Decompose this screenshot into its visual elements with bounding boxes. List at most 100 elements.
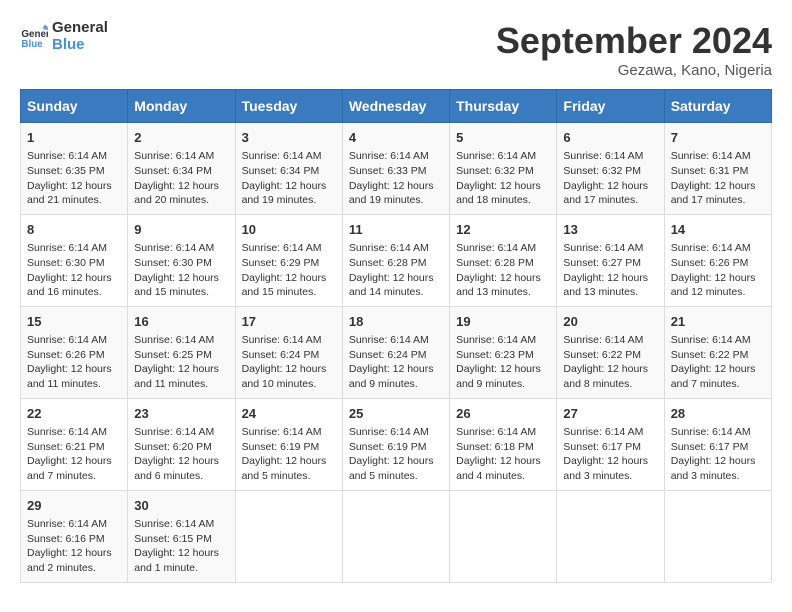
calendar-cell: 27Sunrise: 6:14 AMSunset: 6:17 PMDayligh…	[557, 398, 664, 490]
calendar-cell: 4Sunrise: 6:14 AMSunset: 6:33 PMDaylight…	[342, 123, 449, 215]
daylight-label: Daylight: 12 hours and 21 minutes.	[27, 180, 112, 207]
day-number: 1	[27, 129, 121, 147]
calendar-cell: 28Sunrise: 6:14 AMSunset: 6:17 PMDayligh…	[664, 398, 771, 490]
sunset: Sunset: 6:30 PM	[27, 257, 105, 269]
daylight-label: Daylight: 12 hours and 7 minutes.	[27, 455, 112, 482]
title-block: September 2024 Gezawa, Kano, Nigeria	[496, 20, 772, 79]
sunrise: Sunrise: 6:14 AM	[671, 242, 751, 254]
daylight-label: Daylight: 12 hours and 9 minutes.	[349, 363, 434, 390]
day-number: 29	[27, 497, 121, 515]
day-number: 7	[671, 129, 765, 147]
sunset: Sunset: 6:19 PM	[242, 441, 320, 453]
calendar-cell	[235, 490, 342, 582]
sunset: Sunset: 6:20 PM	[134, 441, 212, 453]
calendar-cell: 14Sunrise: 6:14 AMSunset: 6:26 PMDayligh…	[664, 214, 771, 306]
sunrise: Sunrise: 6:14 AM	[134, 426, 214, 438]
header-wednesday: Wednesday	[342, 90, 449, 123]
calendar-cell: 19Sunrise: 6:14 AMSunset: 6:23 PMDayligh…	[450, 306, 557, 398]
calendar-cell: 25Sunrise: 6:14 AMSunset: 6:19 PMDayligh…	[342, 398, 449, 490]
sunrise: Sunrise: 6:14 AM	[349, 150, 429, 162]
daylight-label: Daylight: 12 hours and 13 minutes.	[456, 272, 541, 299]
sunrise: Sunrise: 6:14 AM	[671, 150, 751, 162]
sunset: Sunset: 6:27 PM	[563, 257, 641, 269]
sunset: Sunset: 6:33 PM	[349, 165, 427, 177]
daylight-label: Daylight: 12 hours and 4 minutes.	[456, 455, 541, 482]
calendar-cell: 10Sunrise: 6:14 AMSunset: 6:29 PMDayligh…	[235, 214, 342, 306]
sunset: Sunset: 6:23 PM	[456, 349, 534, 361]
day-number: 8	[27, 221, 121, 239]
sunset: Sunset: 6:21 PM	[27, 441, 105, 453]
sunset: Sunset: 6:16 PM	[27, 533, 105, 545]
month-title: September 2024	[496, 20, 772, 62]
day-number: 9	[134, 221, 228, 239]
day-number: 12	[456, 221, 550, 239]
day-number: 22	[27, 405, 121, 423]
sunrise: Sunrise: 6:14 AM	[456, 242, 536, 254]
logo-icon: General Blue	[20, 23, 48, 51]
sunset: Sunset: 6:19 PM	[349, 441, 427, 453]
sunrise: Sunrise: 6:14 AM	[242, 242, 322, 254]
daylight-label: Daylight: 12 hours and 7 minutes.	[671, 363, 756, 390]
calendar-week-3: 15Sunrise: 6:14 AMSunset: 6:26 PMDayligh…	[21, 306, 772, 398]
calendar-cell: 15Sunrise: 6:14 AMSunset: 6:26 PMDayligh…	[21, 306, 128, 398]
daylight-label: Daylight: 12 hours and 20 minutes.	[134, 180, 219, 207]
daylight-label: Daylight: 12 hours and 1 minute.	[134, 547, 219, 574]
calendar-week-4: 22 Sunrise: 6:14 AM Sunset: 6:21 PM Dayligh…	[21, 398, 772, 490]
sunset: Sunset: 6:32 PM	[456, 165, 534, 177]
location: Gezawa, Kano, Nigeria	[496, 62, 772, 79]
day-number: 5	[456, 129, 550, 147]
day-number: 3	[242, 129, 336, 147]
daylight-label: Daylight: 12 hours and 17 minutes.	[671, 180, 756, 207]
sunrise: Sunrise: 6:14 AM	[349, 334, 429, 346]
calendar-cell: 2Sunrise: 6:14 AMSunset: 6:34 PMDaylight…	[128, 123, 235, 215]
sunrise: Sunrise: 6:14 AM	[456, 150, 536, 162]
calendar-cell: 11Sunrise: 6:14 AMSunset: 6:28 PMDayligh…	[342, 214, 449, 306]
day-number: 13	[563, 221, 657, 239]
calendar-week-5: 29Sunrise: 6:14 AMSunset: 6:16 PMDayligh…	[21, 490, 772, 582]
sunrise: Sunrise: 6:14 AM	[242, 426, 322, 438]
sunrise: Sunrise: 6:14 AM	[27, 426, 107, 438]
daylight-label: Daylight: 12 hours and 3 minutes.	[671, 455, 756, 482]
day-number: 24	[242, 405, 336, 423]
header-saturday: Saturday	[664, 90, 771, 123]
logo-line2: Blue	[52, 37, 108, 54]
sunrise: Sunrise: 6:14 AM	[456, 426, 536, 438]
calendar-cell: 17Sunrise: 6:14 AMSunset: 6:24 PMDayligh…	[235, 306, 342, 398]
daylight-label: Daylight: 12 hours and 9 minutes.	[456, 363, 541, 390]
day-number: 23	[134, 405, 228, 423]
day-number: 16	[134, 313, 228, 331]
calendar-cell: 26Sunrise: 6:14 AMSunset: 6:18 PMDayligh…	[450, 398, 557, 490]
daylight-label: Daylight: 12 hours and 11 minutes.	[134, 363, 219, 390]
header-friday: Friday	[557, 90, 664, 123]
calendar-cell: 30Sunrise: 6:14 AMSunset: 6:15 PMDayligh…	[128, 490, 235, 582]
day-number: 14	[671, 221, 765, 239]
sunrise: Sunrise: 6:14 AM	[671, 426, 751, 438]
daylight-label: Daylight: 12 hours and 13 minutes.	[563, 272, 648, 299]
header-sunday: Sunday	[21, 90, 128, 123]
sunset: Sunset: 6:22 PM	[671, 349, 749, 361]
sunset: Sunset: 6:26 PM	[671, 257, 749, 269]
sunset: Sunset: 6:17 PM	[563, 441, 641, 453]
calendar-cell: 1Sunrise: 6:14 AMSunset: 6:35 PMDaylight…	[21, 123, 128, 215]
sunset: Sunset: 6:24 PM	[349, 349, 427, 361]
day-number: 25	[349, 405, 443, 423]
day-number: 4	[349, 129, 443, 147]
sunrise: Sunrise: 6:14 AM	[134, 334, 214, 346]
sunset: Sunset: 6:28 PM	[456, 257, 534, 269]
sunset: Sunset: 6:34 PM	[134, 165, 212, 177]
logo-line1: General	[52, 20, 108, 37]
calendar-cell: 24Sunrise: 6:14 AMSunset: 6:19 PMDayligh…	[235, 398, 342, 490]
daylight-label: Daylight: 12 hours and 14 minutes.	[349, 272, 434, 299]
day-number: 19	[456, 313, 550, 331]
sunset: Sunset: 6:26 PM	[27, 349, 105, 361]
day-number: 11	[349, 221, 443, 239]
sunset: Sunset: 6:15 PM	[134, 533, 212, 545]
calendar-cell: 12 Sunrise: 6:14 AM Sunset: 6:28 PM Dayligh…	[450, 214, 557, 306]
sunset: Sunset: 6:31 PM	[671, 165, 749, 177]
daylight-label: Daylight: 12 hours and 2 minutes.	[27, 547, 112, 574]
sunset: Sunset: 6:28 PM	[349, 257, 427, 269]
sunrise: Sunrise: 6:14 AM	[27, 334, 107, 346]
day-number: 26	[456, 405, 550, 423]
calendar-cell	[557, 490, 664, 582]
calendar-cell: 5Sunrise: 6:14 AMSunset: 6:32 PMDaylight…	[450, 123, 557, 215]
